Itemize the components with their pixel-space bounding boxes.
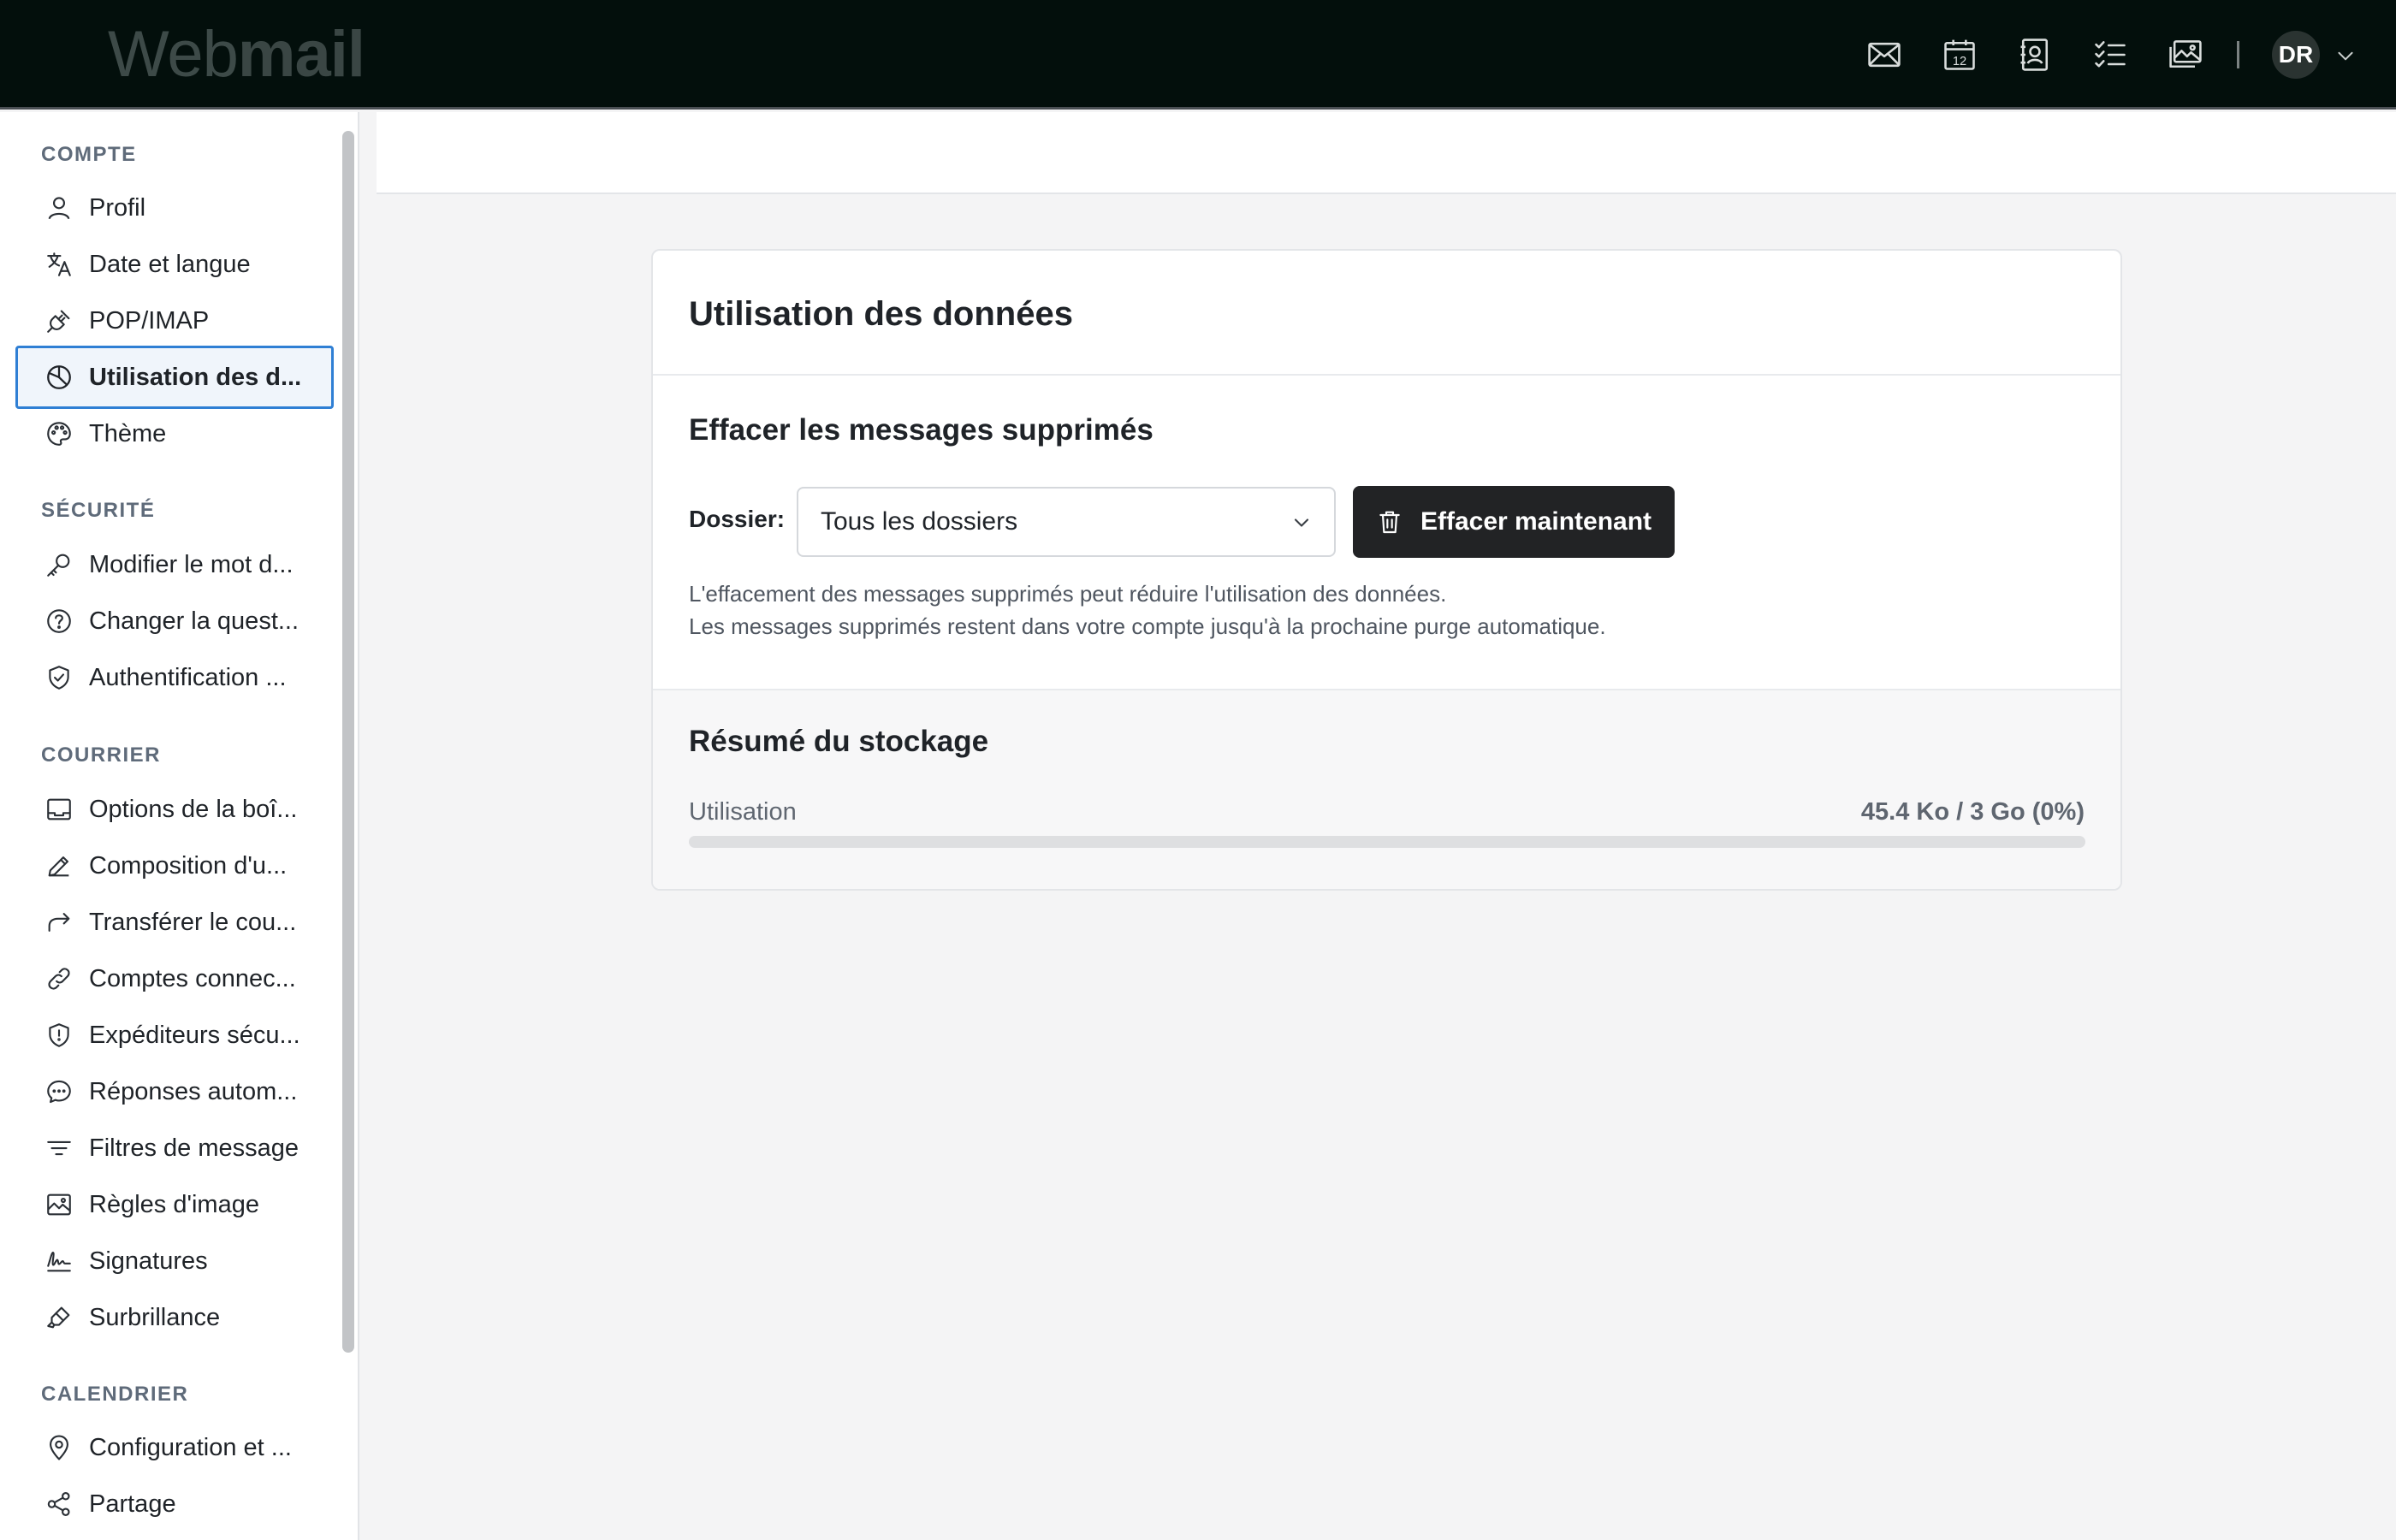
chevron-down-icon <box>1294 518 1309 527</box>
sidebar-item-label: POP/IMAP <box>89 306 210 335</box>
usage-value: 45.4 Ko / 3 Go (0%) <box>1860 798 2085 826</box>
top-bar: Webmail 12 DR <box>0 0 2396 110</box>
sidebar-item-label: Signatures <box>89 1247 208 1275</box>
avatar[interactable]: DR <box>2272 31 2320 79</box>
sidebar-item-reponses-automatiques[interactable]: Réponses autom... <box>15 1060 334 1123</box>
sidebar-item-changer-question[interactable]: Changer la quest... <box>15 589 334 653</box>
sidebar-item-surbrillance[interactable]: Surbrillance <box>15 1286 334 1349</box>
sidebar-item-label: Surbrillance <box>89 1303 221 1331</box>
pencil-icon <box>48 856 69 877</box>
sidebar-item-authentification[interactable]: Authentification ... <box>15 646 334 709</box>
sidebar-item-label: Profil <box>89 193 146 222</box>
tasks-icon[interactable] <box>2090 34 2131 75</box>
shield-check-icon <box>49 666 69 690</box>
section-label-compte: COMPTE <box>41 143 137 166</box>
storage-section-title: Résumé du stockage <box>689 725 989 758</box>
sidebar-item-partage[interactable]: Partage <box>15 1472 334 1536</box>
sidebar-item-label: Composition d'u... <box>89 851 288 880</box>
shield-alert-icon <box>49 1023 69 1047</box>
top-icon-group: 12 DR <box>0 0 2396 110</box>
translate-icon <box>47 252 71 276</box>
link-icon <box>48 968 70 990</box>
filter-icon <box>47 1140 71 1156</box>
sidebar-item-profil[interactable]: Profil <box>15 176 334 240</box>
sidebar-item-label: Partage <box>89 1490 176 1518</box>
storage-summary-section: Résumé du stockage Utilisation 45.4 Ko /… <box>653 689 2120 889</box>
sidebar-item-label: Filtres de message <box>89 1134 299 1162</box>
pie-chart-icon <box>47 365 71 389</box>
sidebar-item-label: Expéditeurs sécu... <box>89 1021 300 1049</box>
photos-icon[interactable] <box>2165 34 2206 75</box>
sidebar-item-label: Modifier le mot d... <box>89 550 294 578</box>
section-label-calendrier: CALENDRIER <box>41 1383 189 1406</box>
purge-help-line-2: Les messages supprimés restent dans votr… <box>689 613 1606 639</box>
page-title: Utilisation des données <box>689 295 1073 333</box>
sidebar-item-label: Utilisation des d... <box>89 363 302 391</box>
section-label-courrier: COURRIER <box>41 743 162 767</box>
folder-select[interactable]: Tous les dossiers <box>797 487 1336 557</box>
plug-icon <box>47 310 70 333</box>
sidebar-item-transferer[interactable]: Transférer le cou... <box>15 891 334 954</box>
sidebar-item-filtres-message[interactable]: Filtres de message <box>15 1116 334 1180</box>
sidebar-item-signatures[interactable]: Signatures <box>15 1229 334 1293</box>
image-icon <box>47 1194 71 1216</box>
sidebar-item-label: Comptes connec... <box>89 964 296 992</box>
purge-section-title: Effacer les messages supprimés <box>689 413 1154 447</box>
divider <box>653 374 2120 376</box>
usage-progress-bar <box>689 836 2085 848</box>
data-usage-card: Utilisation des données Effacer les mess… <box>651 249 2122 891</box>
purge-now-button[interactable]: Effacer maintenant <box>1353 486 1675 558</box>
signature-icon <box>47 1252 71 1272</box>
sidebar-item-regles-image[interactable]: Règles d'image <box>15 1173 334 1236</box>
sidebar-item-date-langue[interactable]: Date et langue <box>15 233 334 296</box>
mail-icon[interactable] <box>1864 34 1905 75</box>
question-circle-icon <box>47 609 71 633</box>
sidebar-item-expediteurs-securises[interactable]: Expéditeurs sécu... <box>15 1004 334 1067</box>
sidebar-item-theme[interactable]: Thème <box>15 402 334 465</box>
user-icon <box>48 197 70 220</box>
trash-icon <box>1379 511 1400 534</box>
sidebar-item-label: Thème <box>89 419 167 447</box>
calendar-icon[interactable]: 12 <box>1939 34 1980 75</box>
palette-icon <box>47 422 71 446</box>
sidebar-item-label: Date et langue <box>89 250 251 278</box>
purge-now-label: Effacer maintenant <box>1420 507 1652 536</box>
folder-select-value: Tous les dossiers <box>821 507 1018 536</box>
sidebar-item-label: Changer la quest... <box>89 607 300 635</box>
sidebar-item-configuration[interactable]: Configuration et ... <box>15 1416 334 1479</box>
folder-label: Dossier: <box>689 506 786 532</box>
inbox-icon <box>47 798 71 820</box>
toolbar-separator <box>2237 41 2239 68</box>
key-icon <box>47 554 70 577</box>
chevron-down-icon[interactable] <box>2334 44 2357 67</box>
section-label-securite: SÉCURITÉ <box>41 499 156 522</box>
sidebar-item-label: Transférer le cou... <box>89 908 297 936</box>
map-pin-icon <box>50 1435 68 1460</box>
sidebar-item-label: Règles d'image <box>89 1190 259 1218</box>
purge-help-line-1: L'effacement des messages supprimés peut… <box>689 581 1447 607</box>
sidebar-item-label: Configuration et ... <box>89 1433 292 1461</box>
sidebar-item-utilisation-donnees[interactable]: Utilisation des d... <box>15 346 334 409</box>
sidebar-item-comptes-connectes[interactable]: Comptes connec... <box>15 947 334 1010</box>
usage-label: Utilisation <box>689 798 797 826</box>
calendar-day: 12 <box>1953 55 1966 68</box>
highlighter-icon <box>47 1306 70 1329</box>
contacts-icon[interactable] <box>2014 34 2055 75</box>
chat-bubble-icon <box>47 1080 71 1104</box>
sidebar-item-label: Réponses autom... <box>89 1077 298 1105</box>
sidebar-scrollbar-thumb[interactable] <box>342 131 354 1353</box>
sidebar-item-label: Authentification ... <box>89 663 287 691</box>
sidebar-item-modifier-mot-de-passe[interactable]: Modifier le mot d... <box>15 533 334 596</box>
settings-sidebar: COMPTE Profil Date et langue POP/IMAP Ut… <box>0 112 359 1540</box>
sidebar-item-composition[interactable]: Composition d'u... <box>15 834 334 897</box>
forward-arrow-icon <box>48 913 70 932</box>
share-icon <box>47 1492 70 1516</box>
sidebar-item-options-boite[interactable]: Options de la boî... <box>15 778 334 841</box>
sidebar-item-label: Options de la boî... <box>89 795 298 823</box>
sidebar-item-pop-imap[interactable]: POP/IMAP <box>15 289 334 352</box>
main-header-bar <box>377 112 2396 194</box>
